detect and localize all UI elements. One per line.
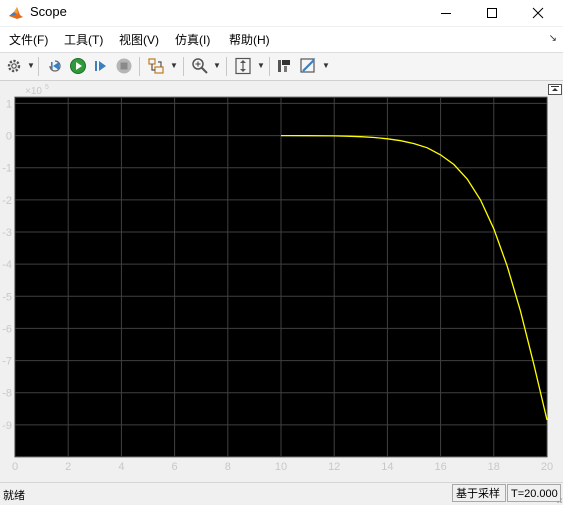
signal-select-button[interactable]	[146, 56, 166, 76]
menu-simulation[interactable]: 仿真(I)	[175, 31, 210, 48]
title-bar: Scope	[0, 0, 563, 26]
signal-dropdown-icon[interactable]: ▼	[170, 61, 178, 70]
status-ready: 就绪	[3, 490, 25, 502]
dock-arrow-icon[interactable]: ↘	[549, 33, 557, 44]
maximize-icon	[487, 8, 497, 18]
style-icon	[300, 58, 315, 73]
status-sample-mode: 基于采样	[452, 484, 506, 502]
toolbar-separator	[226, 57, 227, 76]
highlight-button[interactable]	[275, 56, 295, 76]
toolbar-separator	[139, 57, 140, 76]
menu-view[interactable]: 视图(V)	[119, 31, 159, 48]
zoom-dropdown-icon[interactable]: ▼	[213, 61, 221, 70]
zoom-button[interactable]	[190, 56, 210, 76]
step-forward-button[interactable]	[91, 56, 111, 76]
run-button[interactable]	[68, 56, 88, 76]
toolbar-separator	[183, 57, 184, 76]
close-button[interactable]	[515, 0, 561, 26]
undock-button[interactable]	[548, 84, 562, 95]
step-back-button[interactable]	[45, 56, 65, 76]
run-icon	[70, 58, 86, 74]
window-title: Scope	[30, 4, 67, 19]
toolbar: ▼ ▼ ▼ ▼ ▼	[0, 53, 563, 81]
menu-tools[interactable]: 工具(T)	[64, 31, 103, 48]
step-forward-icon	[95, 61, 106, 71]
toolbar-separator	[38, 57, 39, 76]
plot-area	[0, 81, 563, 479]
step-back-icon	[49, 60, 61, 72]
autoscale-dropdown-icon[interactable]: ▼	[257, 61, 265, 70]
status-bar: 就绪 基于采样 T=20.000	[0, 482, 563, 505]
minimize-icon	[441, 13, 451, 14]
autoscale-button[interactable]	[233, 56, 253, 76]
restore-icon	[551, 86, 559, 91]
menu-file[interactable]: 文件(F)	[9, 31, 48, 48]
style-button[interactable]	[298, 56, 318, 76]
resize-grip-icon[interactable]	[553, 494, 563, 504]
matlab-logo-icon	[9, 7, 23, 19]
settings-icon	[7, 59, 21, 73]
highlight-icon	[278, 60, 290, 72]
close-icon	[532, 7, 544, 19]
stop-button[interactable]	[114, 56, 134, 76]
menu-bar: 文件(F) 工具(T) 视图(V) 仿真(I) 帮助(H) ↘	[0, 27, 563, 53]
menu-help[interactable]: 帮助(H)	[229, 31, 270, 48]
settings-button[interactable]	[4, 56, 24, 76]
stop-icon	[116, 58, 132, 74]
maximize-button[interactable]	[469, 0, 515, 26]
zoom-icon	[192, 58, 208, 74]
signal-select-icon	[148, 58, 164, 74]
toolbar-separator	[269, 57, 270, 76]
autoscale-icon	[235, 57, 251, 75]
style-dropdown-icon[interactable]: ▼	[322, 61, 330, 70]
settings-dropdown-icon[interactable]: ▼	[27, 61, 35, 70]
minimize-button[interactable]	[423, 0, 469, 26]
